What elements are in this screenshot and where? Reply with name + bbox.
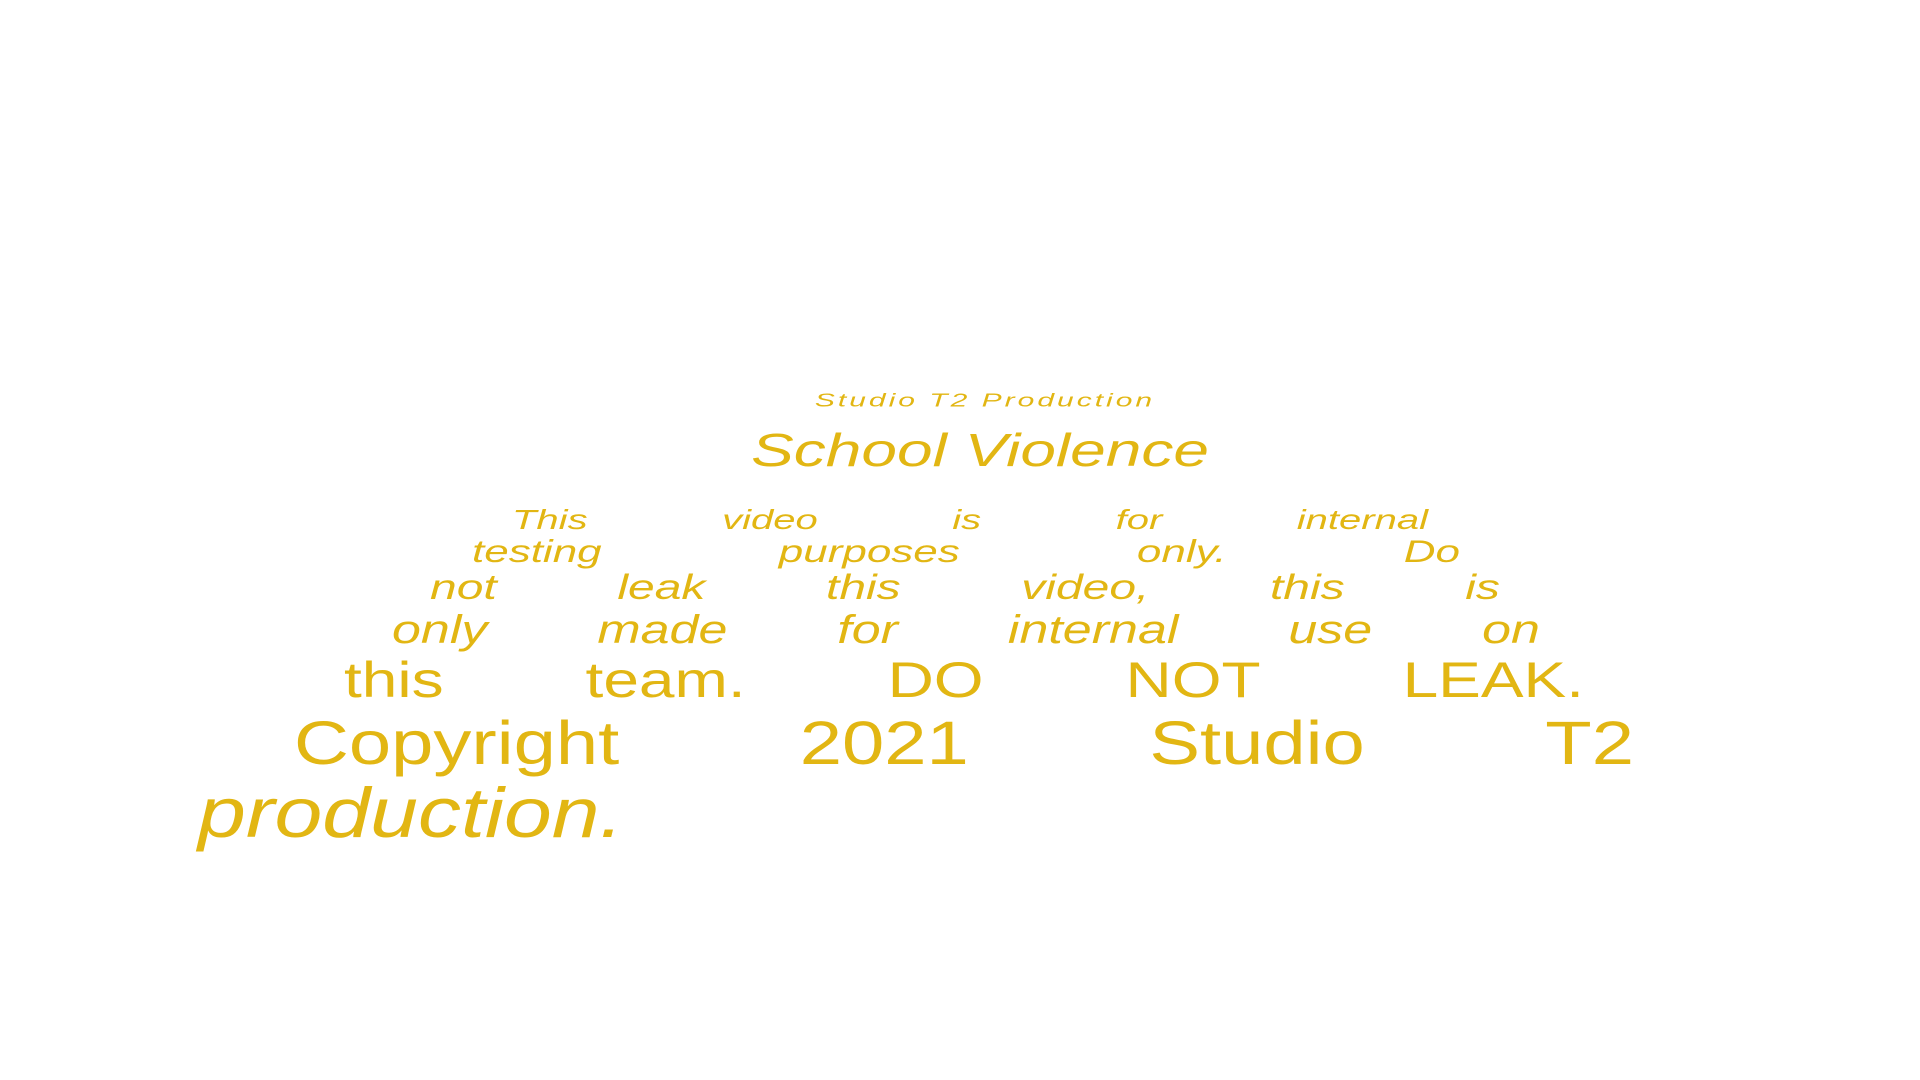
crawl-word: is	[1465, 568, 1500, 608]
crawl-word: This	[512, 504, 588, 536]
crawl-word: video	[722, 504, 818, 536]
opening-crawl-screen: Studio T2 Production School Violence Thi…	[0, 0, 1920, 1080]
crawl-word: this	[1269, 568, 1345, 608]
crawl-word: internal	[1007, 607, 1179, 653]
crawl-word: not	[430, 568, 497, 608]
crawl-word: this	[825, 568, 901, 608]
crawl-line-3: not leak this video, this is	[430, 570, 1500, 606]
crawl-word: leak	[617, 568, 706, 608]
crawl-word: made	[597, 607, 728, 653]
crawl-word: LEAK.	[1402, 651, 1584, 709]
crawl-word: this	[344, 651, 444, 709]
crawl-word: for	[837, 607, 898, 653]
crawl-word: on	[1482, 607, 1540, 653]
crawl-word: Studio	[1149, 709, 1365, 778]
crawl-word: is	[952, 504, 982, 536]
crawl-word: T2	[1545, 709, 1634, 778]
crawl-word: testing	[472, 534, 602, 570]
crawl-word: video,	[1021, 568, 1150, 608]
crawl-word: for	[1115, 504, 1163, 536]
crawl-line-5: this team. DO NOT LEAK.	[344, 655, 1584, 705]
crawl-line-1: This video is for internal	[512, 506, 1428, 534]
crawl-word: purposes	[778, 534, 960, 570]
crawl-word: DO	[887, 651, 984, 709]
crawl-word: team.	[585, 651, 746, 709]
crawl-word: 2021	[799, 709, 969, 778]
movie-title: School Violence	[751, 424, 1209, 476]
crawl-word: Copyright	[294, 709, 620, 778]
studio-heading: Studio T2 Production	[814, 390, 1156, 411]
crawl-word: only	[392, 607, 488, 653]
crawl-line-7: production.	[198, 773, 624, 853]
crawl-word: NOT	[1125, 651, 1261, 709]
crawl-word: only.	[1136, 534, 1227, 570]
crawl-line-6: Copyright 2021 Studio T2	[294, 709, 1634, 778]
crawl-line-2: testing purposes only. Do	[472, 536, 1460, 568]
crawl-word: internal	[1296, 504, 1428, 536]
crawl-word: Do	[1403, 534, 1460, 570]
crawl-word: use	[1288, 607, 1373, 653]
crawl-line-4: only made for internal use on	[392, 610, 1540, 650]
